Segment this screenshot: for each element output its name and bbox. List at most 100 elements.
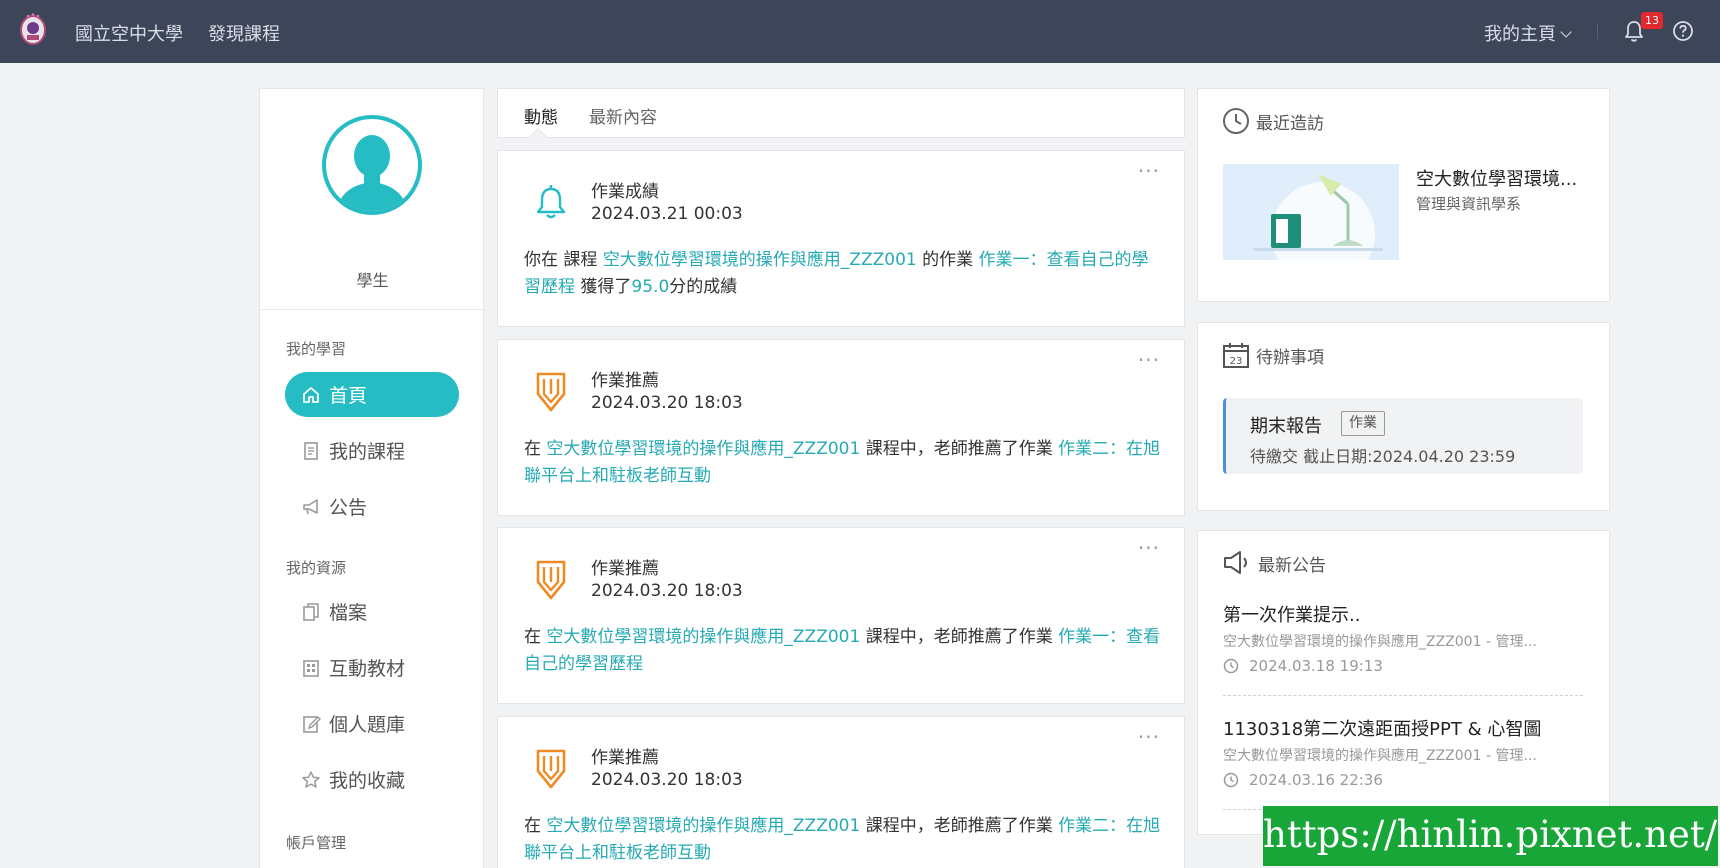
course-thumbnail[interactable] [1223,164,1399,260]
feed-title: 作業成績 [591,182,659,202]
sidebar-item-label: 檔案 [329,602,368,624]
building-icon [303,659,319,677]
sidebar-item-label: 我的課程 [329,441,406,463]
clock-icon [1223,658,1239,674]
recent-course-department: 管理與資訊學系 [1416,195,1522,213]
sidebar-item-my-courses[interactable]: 我的課程 [285,428,459,473]
announcements-panel: 最新公告 第一次作業提示.. 空大數位學習環境的操作與應用_ZZZ001 - 管… [1197,530,1610,835]
announcement-title[interactable]: 1130318第二次遠距面授PPT & 心智圖 [1223,715,1583,741]
divider [1223,695,1583,696]
course-link[interactable]: 空大數位學習環境的操作與應用_ZZZ001 [546,816,860,836]
user-role: 學生 [356,271,389,290]
todo-title: 期末報告 [1250,416,1322,437]
todo-item[interactable]: 期末報告 作業 待繳交 截止日期:2024.04.20 23:59 [1223,398,1583,474]
profile-sidebar: 學生 我的學習 首頁 我的課程 公告 我的資源 檔案 互動教材 個人題庫 我的收… [259,88,485,868]
section-account: 帳戶管理 [286,834,347,852]
feed-card: 作業推薦 2024.03.20 18:03 ··· 在 空大數位學習環境的操作與… [497,527,1185,704]
feed-body: 在 空大數位學習環境的操作與應用_ZZZ001 課程中，老師推薦了作業 作業二：… [524,436,1164,490]
announcements-heading: 最新公告 [1222,549,1326,577]
sidebar-item-label: 個人題庫 [329,714,406,736]
announcement-item: 第一次作業提示.. 空大數位學習環境的操作與應用_ZZZ001 - 管理... … [1223,601,1583,675]
discover-courses-link[interactable]: 發現課程 [208,20,280,46]
recent-course-title[interactable]: 空大數位學習環境... [1416,165,1577,191]
sidebar-item-announcements[interactable]: 公告 [285,484,459,529]
feed-card: 作業推薦 2024.03.20 18:03 ··· 在 空大數位學習環境的操作與… [497,339,1185,516]
tab-latest-content[interactable]: 最新內容 [589,103,657,128]
recent-visits-heading: 最近造訪 [1222,107,1324,135]
course-link[interactable]: 空大數位學習環境的操作與應用_ZZZ001 [546,627,860,647]
help-icon[interactable] [1672,20,1694,42]
announcement-item: 1130318第二次遠距面授PPT & 心智圖 空大數位學習環境的操作與應用_Z… [1223,715,1583,789]
feed-title: 作業推薦 [591,371,659,391]
text: 課程中，老師推薦了作業 [860,627,1059,647]
announcement-course: 空大數位學習環境的操作與應用_ZZZ001 - 管理... [1223,748,1537,764]
more-options-icon[interactable]: ··· [1138,536,1160,560]
more-options-icon[interactable]: ··· [1138,348,1160,372]
announcement-title[interactable]: 第一次作業提示.. [1223,601,1583,627]
sidebar-item-label: 公告 [329,497,368,519]
more-options-icon[interactable]: ··· [1138,725,1160,749]
chevron-down-icon [1560,26,1572,38]
sidebar-item-label: 互動教材 [329,658,406,680]
feed-card: 作業成績 2024.03.21 00:03 ··· 你在 課程 空大數位學習環境… [497,150,1185,327]
feed-body: 你在 課程 空大數位學習環境的操作與應用_ZZZ001 的作業 作業一：查看自己… [524,247,1164,301]
feed-body: 在 空大數位學習環境的操作與應用_ZZZ001 課程中，老師推薦了作業 作業一：… [524,624,1164,678]
text: 你在 課程 [524,250,603,270]
sidebar-item-favorites[interactable]: 我的收藏 [285,757,459,802]
top-navbar: 國立空中大學 發現課程 我的主頁 13 [0,0,1720,63]
megaphone-icon [303,498,318,514]
divider [260,309,485,310]
edit-icon [303,715,321,733]
section-my-learning: 我的學習 [286,340,347,358]
feed-time: 2024.03.20 18:03 [591,770,743,790]
text: 在 [524,816,547,836]
tab-activity[interactable]: 動態 [524,103,558,128]
school-logo[interactable] [18,11,48,47]
pencil-badge-icon [536,372,566,412]
announcement-time-text: 2024.03.18 19:13 [1249,657,1383,675]
sidebar-item-label: 首頁 [329,385,368,407]
star-icon [302,770,320,788]
calendar-day: 23 [1230,356,1243,367]
text: 課程中，老師推薦了作業 [860,439,1059,459]
course-link[interactable]: 空大數位學習環境的操作與應用_ZZZ001 [603,250,917,270]
school-link[interactable]: 國立空中大學 [75,20,183,46]
section-my-resources: 我的資源 [286,559,347,577]
score-value: 95.0 [631,277,670,297]
feed-body: 在 空大數位學習環境的操作與應用_ZZZ001 課程中，老師推薦了作業 作業二：… [524,813,1164,867]
text: 在 [524,439,547,459]
announcement-time-text: 2024.03.16 22:36 [1249,771,1383,789]
text: 的作業 [916,250,979,270]
announcement-time: 2024.03.18 19:13 [1223,657,1583,675]
avatar[interactable] [321,114,423,216]
sidebar-item-interactive-materials[interactable]: 互動教材 [285,645,459,690]
sidebar-item-home[interactable]: 首頁 [285,372,459,417]
pencil-badge-icon [536,560,566,600]
feed-tabs: 動態 最新內容 [497,88,1185,148]
document-icon [304,441,318,460]
my-home-menu[interactable]: 我的主頁 [1484,20,1572,46]
files-icon [303,602,319,621]
heading-text: 最近造訪 [1256,113,1324,134]
todo-deadline: 待繳交 截止日期:2024.04.20 23:59 [1250,447,1516,466]
home-icon [303,386,319,403]
feed-time: 2024.03.21 00:03 [591,204,743,224]
text: 在 [524,627,547,647]
divider [1597,23,1598,39]
course-link[interactable]: 空大數位學習環境的操作與應用_ZZZ001 [546,439,860,459]
recent-visits-panel: 最近造訪 空大數位學習環境... 管理與資訊學系 [1197,88,1610,302]
heading-text: 最新公告 [1258,555,1326,576]
text: 分的成績 [669,277,738,297]
todo-panel: 23 待辦事項 期末報告 作業 待繳交 截止日期:2024.04.20 23:5… [1197,322,1610,511]
feed-time: 2024.03.20 18:03 [591,393,743,413]
clock-icon [1223,772,1239,788]
todo-heading: 23 待辦事項 [1222,341,1324,369]
feed-time: 2024.03.20 18:03 [591,581,743,601]
bell-icon [536,185,566,219]
more-options-icon[interactable]: ··· [1138,159,1160,183]
sidebar-item-question-bank[interactable]: 個人題庫 [285,701,459,746]
pencil-badge-icon [536,749,566,789]
megaphone-icon [1224,551,1247,574]
sidebar-item-files[interactable]: 檔案 [285,589,459,634]
my-home-label: 我的主頁 [1484,24,1556,45]
